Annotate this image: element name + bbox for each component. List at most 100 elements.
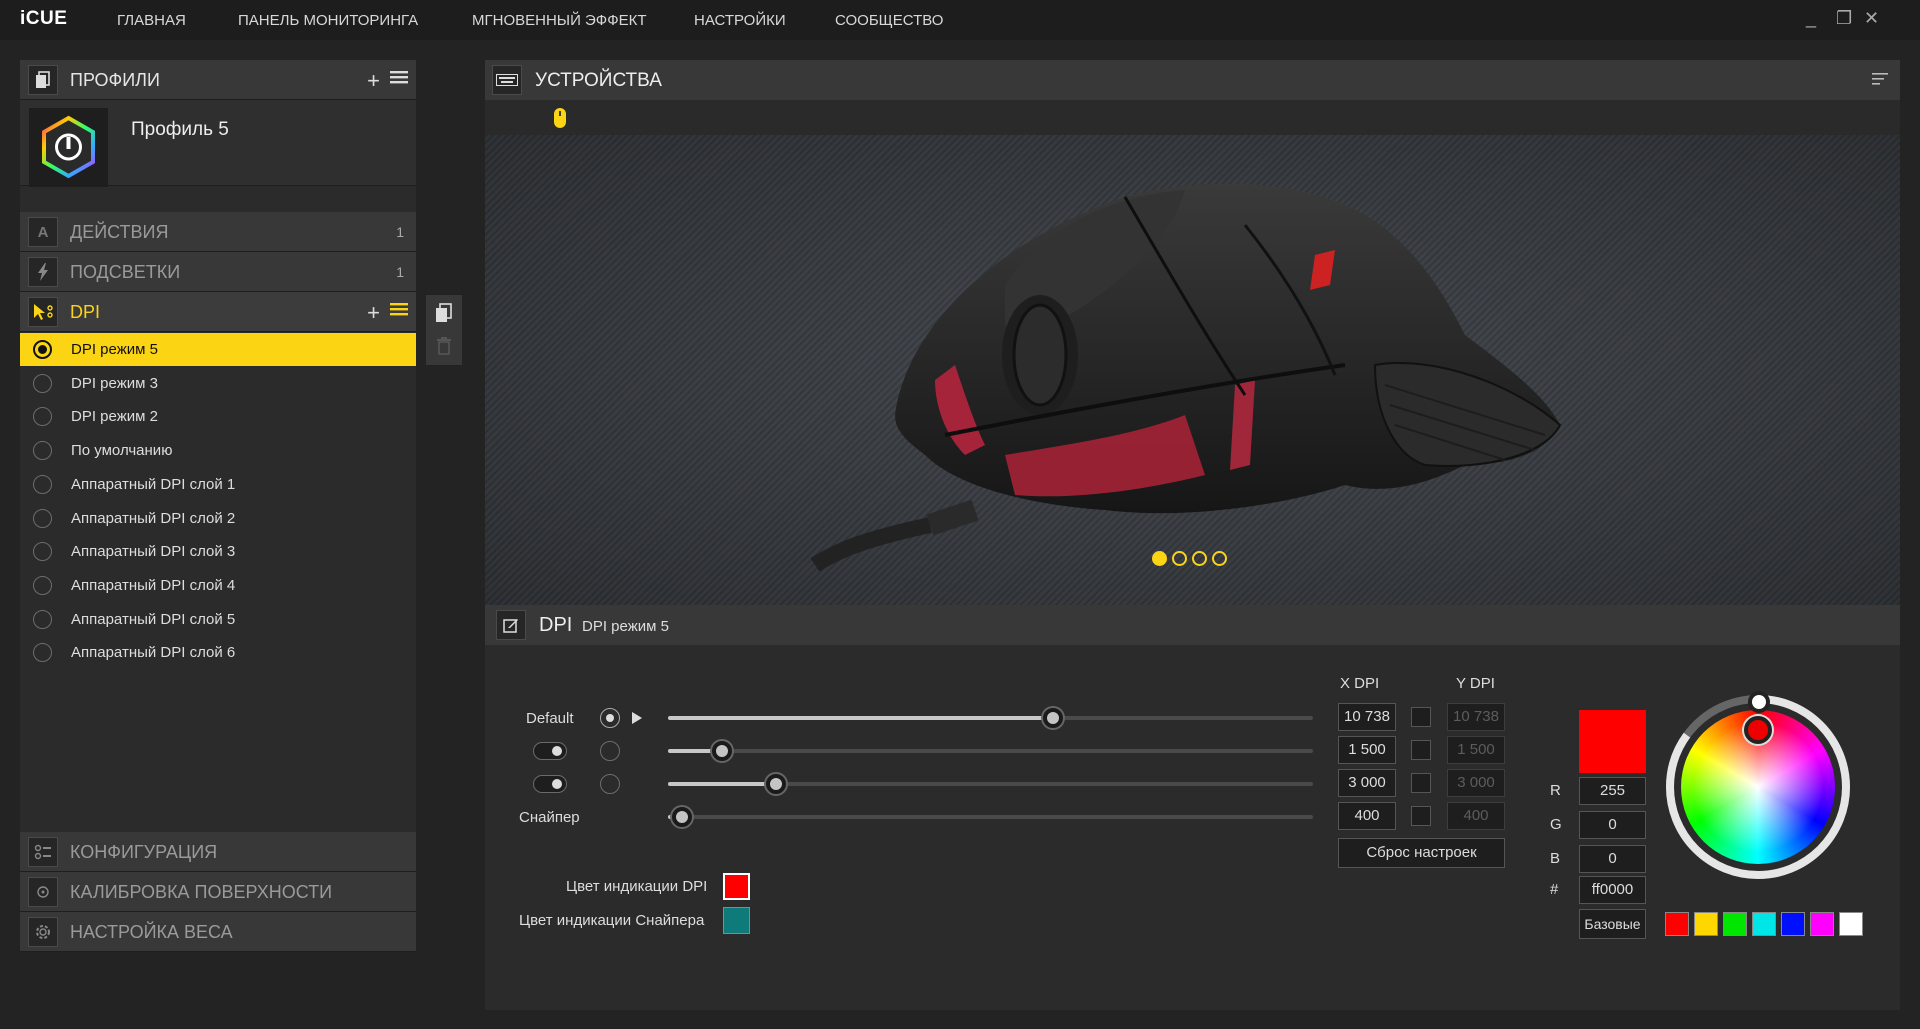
dpi-list-item[interactable]: Аппаратный DPI слой 4 (20, 569, 416, 602)
link-xy-checkbox[interactable] (1411, 773, 1431, 793)
sniper-x-input[interactable]: 400 (1338, 802, 1396, 830)
copy-icon[interactable] (435, 303, 453, 328)
x-dpi-input[interactable]: 10 738 (1338, 703, 1396, 731)
reset-button[interactable]: Сброс настроек (1338, 838, 1505, 868)
radio-icon[interactable] (33, 643, 52, 663)
slider-handle[interactable] (1042, 708, 1063, 728)
slider-handle[interactable] (672, 807, 693, 827)
dpi-slider[interactable] (668, 774, 1313, 794)
stage-toggle[interactable] (533, 742, 567, 760)
x-dpi-input[interactable]: 1 500 (1338, 736, 1396, 764)
carousel-dot[interactable] (1152, 551, 1167, 566)
r-input[interactable]: 255 (1579, 777, 1646, 805)
dpi-list-item[interactable]: Аппаратный DPI слой 2 (20, 502, 416, 535)
dpi-list-item[interactable]: Аппаратный DPI слой 3 (20, 535, 416, 568)
dpi-section[interactable]: DPI + (20, 292, 416, 332)
profile-menu-icon[interactable] (390, 69, 408, 90)
stage-toggle[interactable] (533, 775, 567, 793)
slider-track[interactable] (668, 749, 1313, 753)
play-icon[interactable] (632, 711, 642, 729)
preset-color-swatch[interactable] (1810, 912, 1834, 936)
nav-instant-lighting[interactable]: МГНОВЕННЫЙ ЭФФЕКТ (472, 12, 647, 29)
x-dpi-input[interactable]: 3 000 (1338, 769, 1396, 797)
preset-color-swatch[interactable] (1752, 912, 1776, 936)
carousel-dot[interactable] (1192, 551, 1207, 566)
add-profile-icon[interactable]: + (367, 68, 380, 94)
dpi-cursor-icon (28, 297, 58, 327)
color-wheel[interactable] (1664, 691, 1852, 881)
preset-color-swatch[interactable] (1781, 912, 1805, 936)
nav-home[interactable]: ГЛАВНАЯ (117, 12, 186, 29)
dpi-list-item[interactable]: Аппаратный DPI слой 5 (20, 603, 416, 636)
link-xy-checkbox[interactable] (1411, 707, 1431, 727)
slider-handle[interactable] (765, 774, 786, 794)
radio-icon[interactable] (33, 407, 52, 427)
y-dpi-header: Y DPI (1456, 675, 1495, 692)
hue-handle[interactable] (1744, 716, 1772, 744)
radio-icon[interactable] (33, 508, 52, 528)
minimize-button[interactable]: _ (1806, 8, 1816, 29)
radio-icon[interactable] (33, 441, 52, 461)
nav-dashboard[interactable]: ПАНЕЛЬ МОНИТОРИНГА (238, 12, 418, 29)
preset-color-swatch[interactable] (1694, 912, 1718, 936)
lighting-label: ПОДСВЕТКИ (70, 262, 181, 282)
actions-section[interactable]: A ДЕЙСТВИЯ 1 (20, 212, 416, 252)
close-button[interactable]: ✕ (1864, 8, 1879, 29)
radio-icon[interactable] (33, 474, 52, 494)
dpi-list-item[interactable]: Аппаратный DPI слой 6 (20, 636, 416, 669)
link-xy-checkbox[interactable] (1411, 740, 1431, 760)
carousel-dot[interactable] (1212, 551, 1227, 566)
slider-handle[interactable] (711, 741, 732, 761)
link-xy-checkbox[interactable] (1411, 806, 1431, 826)
dpi-slider[interactable] (668, 741, 1313, 761)
radio-icon[interactable] (33, 575, 52, 595)
calibration-section[interactable]: КАЛИБРОВКА ПОВЕРХНОСТИ (20, 872, 416, 912)
dpi-list-item-label: Аппаратный DPI слой 6 (71, 644, 236, 662)
sniper-slider[interactable] (668, 807, 1313, 827)
dpi-list-item[interactable]: По умолчанию (20, 434, 416, 467)
maximize-button[interactable]: ❐ (1836, 8, 1852, 29)
hex-input[interactable]: ff0000 (1579, 876, 1646, 904)
preset-color-swatch[interactable] (1839, 912, 1863, 936)
profile-card[interactable]: Профиль 5 (20, 100, 416, 187)
weight-section[interactable]: НАСТРОЙКА ВЕСА (20, 912, 416, 952)
g-input[interactable]: 0 (1579, 811, 1646, 839)
mouse-device-icon[interactable] (553, 107, 567, 134)
config-section[interactable]: КОНФИГУРАЦИЯ (20, 832, 416, 872)
dpi-color-label: Цвет индикации DPI (566, 878, 708, 895)
device-strip (485, 100, 1900, 135)
dpi-list-item[interactable]: Аппаратный DPI слой 1 (20, 468, 416, 501)
radio-icon[interactable] (33, 340, 52, 359)
lighting-section[interactable]: ПОДСВЕТКИ 1 (20, 252, 416, 292)
preset-color-swatch[interactable] (1665, 912, 1689, 936)
dpi-list-item[interactable]: DPI режим 5 (20, 333, 416, 366)
dpi-list-toolbar (426, 295, 462, 365)
sniper-color-swatch[interactable] (723, 907, 750, 934)
dpi-menu-icon[interactable] (390, 301, 408, 322)
dpi-slider[interactable] (668, 708, 1313, 728)
dpi-list-item[interactable]: DPI режим 2 (20, 400, 416, 433)
presets-button[interactable]: Базовые (1579, 909, 1646, 939)
dpi-color-swatch[interactable] (723, 873, 750, 900)
slider-fill (668, 716, 1053, 720)
radio-icon[interactable] (33, 609, 52, 629)
stage-radio[interactable] (600, 741, 620, 761)
radio-icon[interactable] (33, 542, 52, 562)
nav-settings[interactable]: НАСТРОЙКИ (694, 12, 786, 29)
nav-community[interactable]: СООБЩЕСТВО (835, 12, 943, 29)
preset-color-swatch[interactable] (1723, 912, 1747, 936)
sniper-y-input: 400 (1447, 802, 1505, 830)
b-input[interactable]: 0 (1579, 845, 1646, 873)
dpi-list-item-label: DPI режим 2 (71, 408, 158, 426)
add-dpi-icon[interactable]: + (367, 300, 380, 326)
stage-radio[interactable] (600, 774, 620, 794)
brightness-handle[interactable] (1748, 691, 1770, 713)
stage-default-radio[interactable] (600, 708, 620, 728)
trash-icon[interactable] (436, 337, 452, 360)
dpi-list-item[interactable]: DPI режим 3 (20, 367, 416, 400)
devices-menu-icon[interactable] (1872, 72, 1888, 91)
carousel-dot[interactable] (1172, 551, 1187, 566)
dpi-list-item-label: Аппаратный DPI слой 5 (71, 610, 236, 628)
slider-track[interactable] (668, 815, 1313, 819)
radio-icon[interactable] (33, 373, 52, 393)
